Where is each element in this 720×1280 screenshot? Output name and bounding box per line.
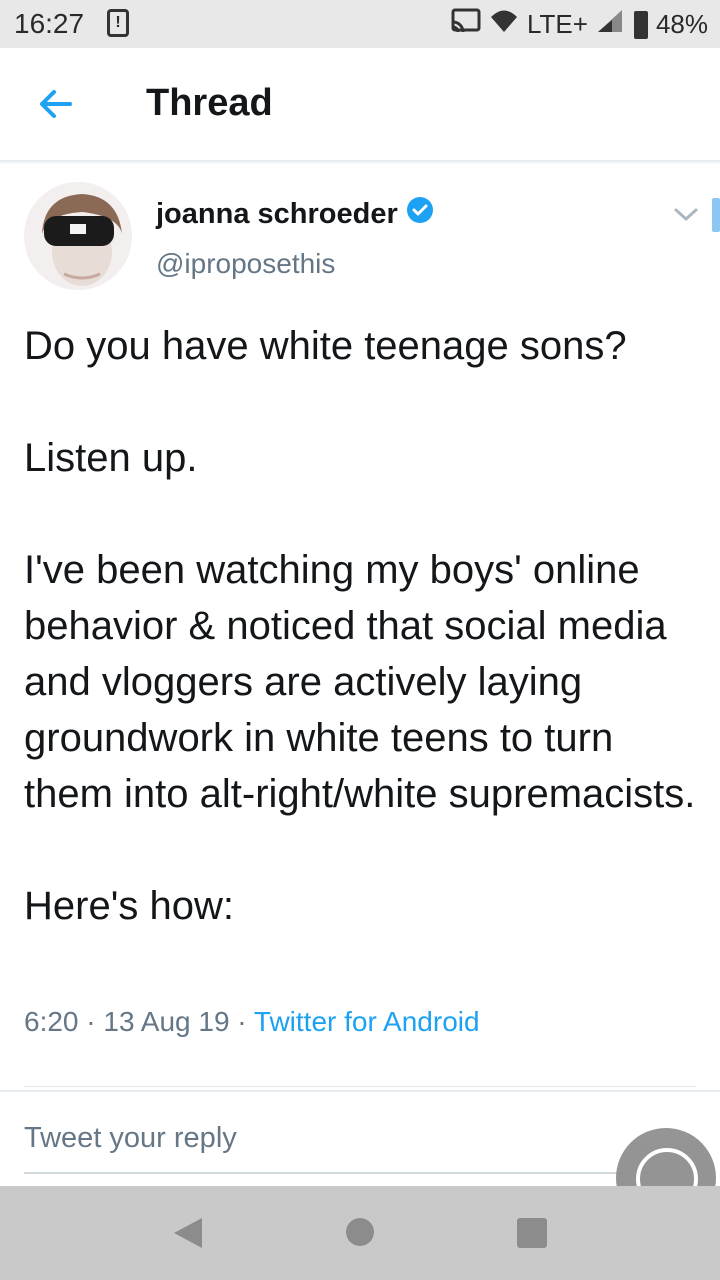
tweet-text: Do you have white teenage sons? Listen u… (24, 318, 704, 934)
tweet-paragraph: Here's how: (24, 884, 234, 928)
tweet-metadata: 6:20 · 13 Aug 19 · Twitter for Android (24, 1006, 480, 1038)
page-title: Thread (146, 82, 273, 124)
nav-recent-apps-icon[interactable] (517, 1218, 547, 1248)
warning-icon: ! (107, 9, 129, 37)
battery-percent: 48% (655, 9, 708, 39)
author-name-text: joanna schroeder (156, 197, 398, 230)
status-indicators: LTE+ 48% (451, 8, 708, 41)
tweet-time: 6:20 (24, 1006, 79, 1037)
meta-separator: · (229, 1006, 254, 1037)
tweet-paragraph: Listen up. (24, 436, 198, 480)
divider (24, 1086, 696, 1087)
status-time: 16:27 (14, 8, 85, 39)
scroll-indicator (712, 198, 720, 232)
status-bar: 16:27 ! LTE+ 48% (0, 0, 720, 48)
nav-back-icon[interactable] (172, 1216, 204, 1255)
reply-input[interactable]: Tweet your reply (24, 1122, 237, 1155)
chevron-down-icon[interactable] (672, 202, 700, 226)
nav-home-icon[interactable] (346, 1218, 374, 1246)
wifi-icon (489, 8, 519, 41)
verified-badge-icon (406, 196, 434, 232)
avatar[interactable] (24, 182, 132, 290)
tweet-paragraph: Do you have white teenage sons? (24, 324, 627, 368)
meta-separator: · (78, 1006, 104, 1037)
battery-icon (633, 10, 648, 39)
reply-underline (24, 1172, 704, 1174)
tweet-paragraph: I've been watching my boys' online behav… (24, 548, 696, 816)
tweet-date: 13 Aug 19 (103, 1006, 230, 1037)
app-header: Thread (0, 48, 720, 162)
author-handle[interactable]: @iproposethis (156, 248, 335, 280)
signal-icon (596, 8, 626, 41)
back-arrow-icon[interactable] (30, 78, 82, 130)
navigation-bar (0, 1186, 720, 1280)
network-type: LTE+ (527, 9, 588, 39)
cast-icon (451, 8, 481, 41)
tweet-source-link[interactable]: Twitter for Android (254, 1006, 480, 1037)
author-name[interactable]: joanna schroeder (156, 196, 434, 232)
reply-bar: Tweet your reply (0, 1090, 720, 1188)
